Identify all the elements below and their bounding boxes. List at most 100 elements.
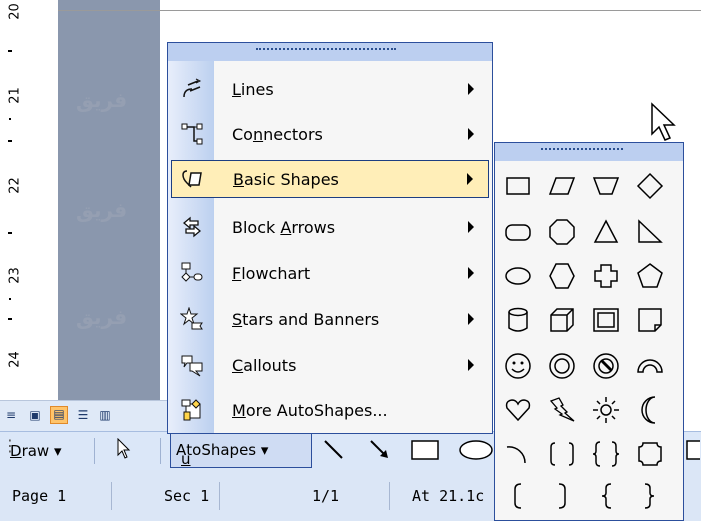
- submenu-arrow-icon: [468, 83, 474, 95]
- moon-shape-icon[interactable]: [633, 393, 667, 427]
- reading-layout-view-icon[interactable]: ▥: [98, 408, 112, 422]
- more-autoshapes-icon: [180, 398, 204, 422]
- no-symbol-shape-icon[interactable]: [589, 349, 623, 383]
- double-brace-shape-icon[interactable]: [589, 437, 623, 471]
- ruler-tick: [8, 50, 12, 52]
- status-section: Sec 1: [112, 482, 220, 510]
- menu-item-lines[interactable]: Lines: [168, 71, 492, 109]
- basic-shapes-submenu: [494, 142, 684, 521]
- ruler-dot: [9, 118, 11, 120]
- autoshapes-menu: Lines Connectors Basic Shapes Block Arro…: [167, 42, 493, 434]
- autoshapes-label: Au toShapes ▾: [176, 441, 269, 468]
- normal-view-icon[interactable]: ≡: [4, 408, 18, 422]
- sun-shape-icon[interactable]: [589, 393, 623, 427]
- hexagon-shape-icon[interactable]: [545, 259, 579, 293]
- diamond-shape-icon[interactable]: [633, 169, 667, 203]
- isosceles-triangle-shape-icon[interactable]: [589, 215, 623, 249]
- submenu-arrow-icon: [468, 313, 474, 325]
- status-position: At 21.1c: [412, 487, 485, 505]
- rectangle-tool-icon[interactable]: [410, 438, 442, 466]
- trapezoid-shape-icon[interactable]: [589, 169, 623, 203]
- donut-shape-icon[interactable]: [545, 349, 579, 383]
- select-objects-icon[interactable]: [116, 437, 132, 464]
- ruler-tick: [8, 140, 12, 142]
- ruler-dot: [9, 298, 11, 300]
- double-bracket-shape-icon[interactable]: [545, 437, 579, 471]
- ruler-label: 22: [7, 177, 23, 194]
- stars-banners-icon: [179, 306, 204, 331]
- ruler-label: 20: [7, 3, 23, 20]
- menu-item-callouts[interactable]: Callouts: [168, 347, 492, 385]
- plaque-shape-icon[interactable]: [633, 437, 667, 471]
- watermark-text: فريق: [76, 198, 128, 222]
- menu-item-label: More AutoShapes...: [232, 401, 388, 420]
- cube-shape-icon[interactable]: [545, 303, 579, 337]
- parallelogram-shape-icon[interactable]: [545, 169, 579, 203]
- right-triangle-shape-icon[interactable]: [633, 215, 667, 249]
- view-buttons-bar: ≡ ▣ ▤ ☰ ▥: [0, 400, 170, 431]
- menu-item-label: Connectors: [232, 125, 323, 144]
- menu-item-stars-and-banners[interactable]: Stars and Banners: [168, 301, 492, 339]
- flowchart-icon: [180, 261, 204, 285]
- submenu-arrow-icon: [468, 359, 474, 371]
- rectangle-shape-icon[interactable]: [501, 169, 535, 203]
- submenu-arrow-icon: [468, 128, 474, 140]
- connectors-icon: [180, 122, 204, 146]
- web-layout-view-icon[interactable]: ▣: [28, 408, 42, 422]
- vertical-ruler[interactable]: 20 21 22 23 24: [0, 0, 23, 400]
- lightning-bolt-shape-icon[interactable]: [545, 393, 579, 427]
- outline-view-icon[interactable]: ☰: [76, 408, 90, 422]
- ruler-label: 24: [7, 351, 23, 368]
- menu-item-connectors[interactable]: Connectors: [168, 116, 492, 154]
- ruler-label: 23: [7, 267, 23, 284]
- menu-item-label: Callouts: [232, 356, 297, 375]
- block-arrows-icon: [180, 215, 204, 239]
- toolbar-separator: [94, 438, 95, 464]
- bevel-shape-icon[interactable]: [589, 303, 623, 337]
- octagon-shape-icon[interactable]: [545, 215, 579, 249]
- cross-shape-icon[interactable]: [589, 259, 623, 293]
- rounded-rectangle-shape-icon[interactable]: [501, 215, 535, 249]
- ruler-label: 21: [7, 87, 23, 104]
- line-tool-icon[interactable]: [322, 438, 346, 466]
- menu-item-block-arrows[interactable]: Block Arrows: [168, 209, 492, 247]
- folded-corner-shape-icon[interactable]: [633, 303, 667, 337]
- right-bracket-shape-icon[interactable]: [545, 479, 579, 513]
- submenu-arrow-icon: [468, 267, 474, 279]
- document-margin-area: فريق فريق فريق: [58, 0, 160, 400]
- document-page-edge: [22, 0, 58, 400]
- menu-drag-handle[interactable]: [168, 43, 492, 61]
- menu-item-label: Stars and Banners: [232, 310, 380, 329]
- mouse-pointer-icon: [650, 102, 680, 146]
- left-brace-shape-icon[interactable]: [589, 479, 623, 513]
- can-shape-icon[interactable]: [501, 303, 535, 337]
- right-brace-shape-icon[interactable]: [633, 479, 667, 513]
- submenu-arrow-icon: [467, 173, 473, 185]
- watermark-text: فريق: [76, 305, 128, 329]
- menu-item-label: Flowchart: [232, 264, 311, 283]
- left-bracket-shape-icon[interactable]: [501, 479, 535, 513]
- arc-shape-icon[interactable]: [501, 437, 535, 471]
- block-arc-shape-icon[interactable]: [633, 349, 667, 383]
- draw-menu-button[interactable]: Draw ▾: [10, 442, 62, 460]
- print-layout-view-icon[interactable]: ▤: [50, 406, 68, 424]
- basic-shapes-icon: [181, 167, 205, 191]
- heart-shape-icon[interactable]: [501, 393, 535, 427]
- textbox-tool-icon[interactable]: [686, 438, 701, 466]
- autoshapes-menu-button[interactable]: Au toShapes ▾: [170, 432, 312, 468]
- pentagon-shape-icon[interactable]: [633, 259, 667, 293]
- menu-item-more-autoshapes[interactable]: More AutoShapes...: [168, 392, 492, 430]
- oval-shape-icon[interactable]: [501, 259, 535, 293]
- ruler-tick: [8, 232, 12, 234]
- draw-label: Draw ▾: [10, 442, 62, 460]
- smiley-face-shape-icon[interactable]: [501, 349, 535, 383]
- menu-item-flowchart[interactable]: Flowchart: [168, 255, 492, 293]
- submenu-arrow-icon: [468, 221, 474, 233]
- callouts-icon: [180, 353, 204, 377]
- menu-item-label: Basic Shapes: [233, 170, 339, 189]
- menu-item-basic-shapes[interactable]: Basic Shapes: [171, 160, 489, 198]
- oval-tool-icon[interactable]: [458, 438, 494, 466]
- lines-icon: [180, 77, 204, 101]
- status-page-count: 1/1: [220, 482, 390, 510]
- arrow-tool-icon[interactable]: [368, 438, 392, 466]
